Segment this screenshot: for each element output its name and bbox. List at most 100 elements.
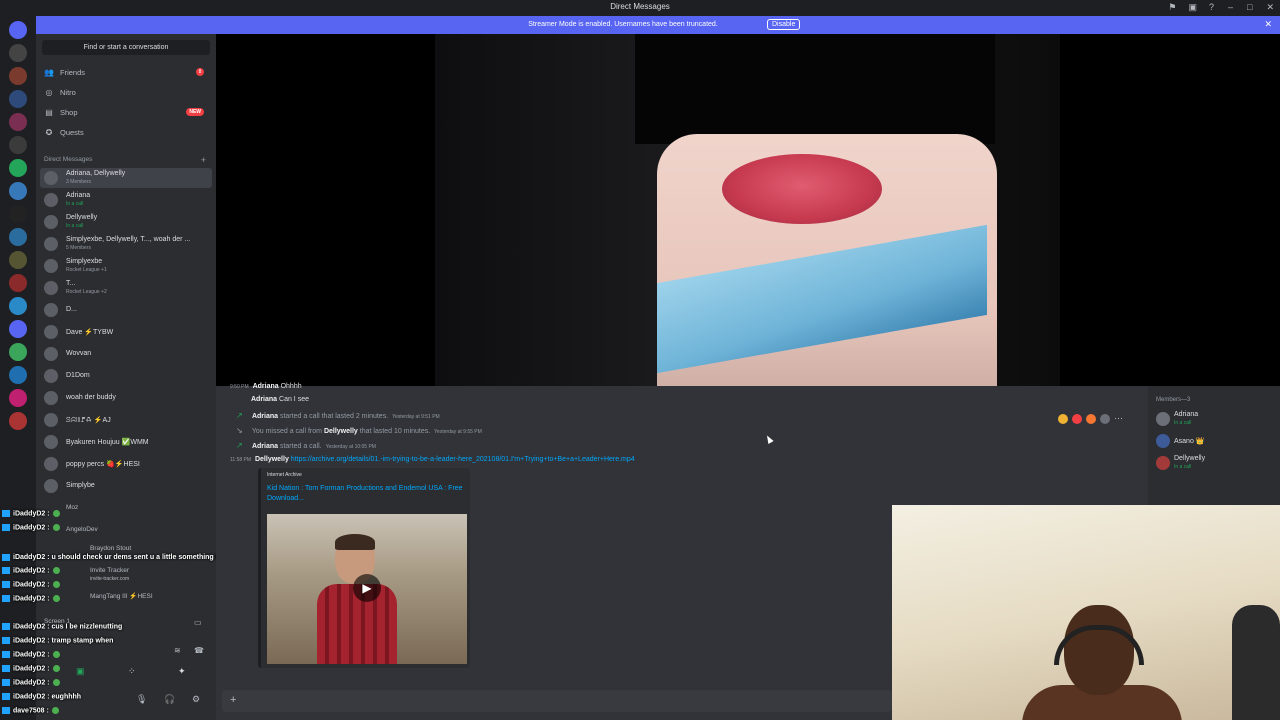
server-icon[interactable] [9,389,27,407]
server-icon[interactable] [9,67,27,85]
server-icon[interactable] [9,44,27,62]
window-title: Direct Messages [610,2,670,11]
server-icon[interactable] [9,251,27,269]
dm-item[interactable]: woah der buddy [40,388,212,408]
minimize-button[interactable]: – [1228,2,1233,13]
message-author[interactable]: Dellywelly [255,456,289,463]
voice-controls: ▭ ≋ ☎ ▣ ⁘ ✦ 🎙 🎧 ⚙ [36,614,216,720]
home-icon[interactable] [9,21,27,39]
search-input[interactable]: Find or start a conversation [42,40,210,55]
dm-subtext: 3 Members [66,179,92,185]
nav-label: Nitro [60,87,76,97]
server-icon[interactable] [9,320,27,338]
play-icon[interactable]: ▶ [353,574,381,602]
dm-item[interactable]: Simplyexbe, Dellywelly, T..., woah der .… [40,234,212,254]
message: 9:50 PM Adriana Ohhhh [228,383,302,390]
nav-quests[interactable]: ✪ Quests [44,124,208,140]
message-author[interactable]: Adriana [252,443,278,450]
dm-item[interactable]: ꕶꕸꔖꘝꗇ ⚡AJ [40,410,212,430]
dm-item[interactable]: Dellywelly In a call [40,212,212,232]
dm-item[interactable]: D... [40,300,212,320]
message-author[interactable]: Adriana [252,413,278,420]
disconnect-icon[interactable]: ☎ [194,646,204,655]
avatar [44,347,58,361]
dm-item[interactable]: T... Rocket League +2 [40,278,212,298]
settings-gear-icon[interactable]: ⚙ [192,694,200,705]
dm-item[interactable]: Adriana In a call [40,190,212,210]
dm-item[interactable]: Wovvan [40,344,212,364]
add-attachment-icon[interactable]: + [230,694,236,706]
server-icon[interactable] [9,366,27,384]
message-time: Yesterday at 9:51 PM [392,414,440,420]
message-actions: ⋯ [1058,414,1124,424]
server-icon[interactable] [9,297,27,315]
microphone-icon[interactable]: 🎙 [136,694,147,705]
message-author[interactable]: Adriana [251,396,277,403]
nav-shop[interactable]: ▤ Shop NEW [44,104,208,120]
message-link[interactable]: https://archive.org/details/01.-im-tryin… [291,456,635,463]
server-icon[interactable] [9,412,27,430]
more-options-icon[interactable]: ⋯ [1114,414,1124,424]
message-time: 9:50 PM [230,384,249,390]
friends-icon: 👥 [44,67,54,77]
server-icon[interactable] [9,228,27,246]
server-icon[interactable] [9,113,27,131]
avatar [44,281,58,295]
activity-icon[interactable]: ⁘ [128,666,136,677]
message-composer[interactable]: + [222,690,892,712]
shop-icon: ▤ [45,107,53,117]
server-icon[interactable] [9,274,27,292]
dm-item[interactable]: poppy percs 🍓⚡HESI [40,454,212,474]
pin-icon[interactable]: ⚑ [1168,2,1176,13]
disable-button[interactable]: Disable [767,19,801,30]
noise-icon[interactable]: ≋ [174,646,181,655]
headphones-icon[interactable]: 🎧 [164,694,175,705]
dm-item[interactable]: Adriana, Dellywelly 3 Members [40,168,212,188]
help-icon[interactable]: ? [1209,2,1214,13]
screen-icon[interactable]: ▭ [194,618,202,627]
dm-item[interactable]: D1Dom [40,366,212,386]
avatar [44,413,58,427]
member-item[interactable]: Dellywelly In a call [1156,454,1276,472]
dm-name: ꕶꕸꔖꘝꗇ ⚡AJ [66,417,111,424]
create-dm-icon[interactable]: + [201,155,206,165]
camera-icon[interactable]: ▣ [76,666,85,677]
heart-reaction-icon[interactable] [1072,414,1082,424]
server-icon[interactable] [9,182,27,200]
fire-reaction-icon[interactable] [1086,414,1096,424]
thumbnail-figure [317,534,397,664]
dm-item[interactable]: Dave ⚡TYBW [40,322,212,342]
video-tile[interactable] [435,34,1060,386]
embed-title[interactable]: Kid Nation : Tom Forman Productions and … [267,484,467,504]
inbox-icon[interactable]: ▣ [1188,2,1197,13]
message-time: 11:58 PM [230,457,252,463]
dm-name: Adriana [66,192,91,199]
server-icon[interactable] [9,136,27,154]
member-item[interactable]: Asano 👑 [1156,432,1276,450]
dm-peek: MangTang III ⚡HESI [90,593,153,600]
server-icon[interactable] [9,90,27,108]
dm-item[interactable]: Simplybe [40,476,212,496]
dm-item[interactable]: Byakuren Houjuu ✅WMM [40,432,212,452]
dm-item[interactable]: Simplyexbe Rocket League +1 [40,256,212,276]
message-author[interactable]: Adriana [253,383,279,390]
dm-subtext: Rocket League +2 [66,289,107,295]
avatar [44,303,58,317]
nav-friends[interactable]: 👥 Friends 8 [44,64,208,80]
close-button[interactable]: ✕ [1266,2,1274,13]
maximize-button[interactable]: □ [1247,2,1252,13]
add-reaction-icon[interactable] [1100,414,1110,424]
member-item[interactable]: Adriana In a call [1156,410,1276,428]
avatar [44,171,58,185]
message-author[interactable]: Dellywelly [324,428,358,435]
nav-nitro[interactable]: ◎ Nitro [44,84,208,100]
dm-name: T... [66,280,76,287]
dm-peek: Invite Tracker [90,567,130,574]
embed-video-thumbnail[interactable]: ▶ [267,514,467,664]
server-icon[interactable] [9,159,27,177]
server-icon[interactable] [9,343,27,361]
server-icon[interactable] [9,205,27,223]
emoji-reaction-icon[interactable] [1058,414,1068,424]
close-icon[interactable]: ✕ [1264,19,1272,30]
soundboard-icon[interactable]: ✦ [178,666,186,677]
